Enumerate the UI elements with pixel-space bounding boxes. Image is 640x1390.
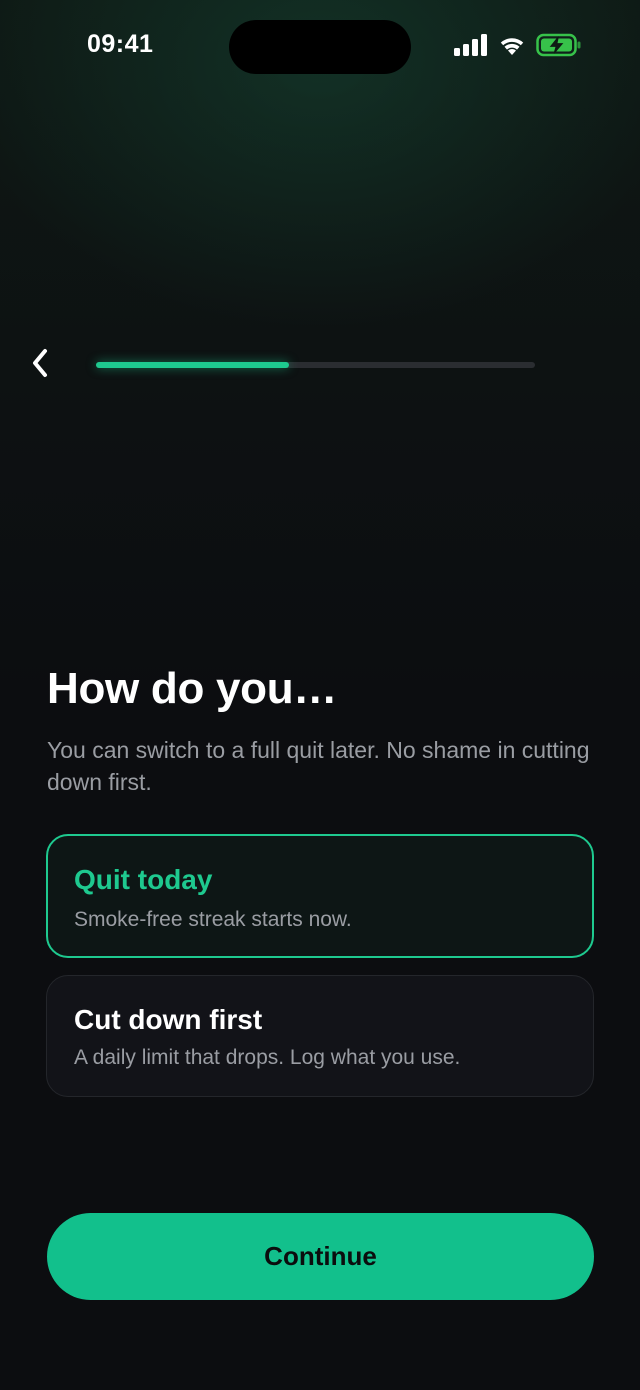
onboarding-nav <box>0 340 640 390</box>
option-description: A daily limit that drops. Log what you u… <box>74 1046 461 1069</box>
back-button[interactable] <box>22 346 58 384</box>
page-title: How do you… <box>47 664 338 713</box>
cellular-signal-icon <box>454 33 488 61</box>
progress-bar <box>96 362 535 368</box>
option-title: Cut down first <box>74 1004 263 1035</box>
option-quit-today[interactable]: Quit today Smoke-free streak starts now. <box>46 834 594 958</box>
chevron-left-icon <box>30 347 50 384</box>
status-bar: 09:41 <box>0 0 640 96</box>
battery-charging-icon <box>536 33 582 62</box>
status-icons <box>454 33 582 61</box>
dynamic-island <box>229 20 411 74</box>
option-description: Smoke-free streak starts now. <box>74 908 352 931</box>
wifi-icon <box>498 34 526 61</box>
screen: 09:41 How do you… You can switch to a fu… <box>0 0 640 1390</box>
option-title: Quit today <box>74 864 213 895</box>
continue-button[interactable]: Continue <box>47 1213 594 1300</box>
status-time: 09:41 <box>87 30 154 58</box>
progress-fill <box>96 362 290 368</box>
option-cut-down-first[interactable]: Cut down first A daily limit that drops.… <box>46 975 594 1097</box>
page-subtitle: You can switch to a full quit later. No … <box>47 737 590 795</box>
